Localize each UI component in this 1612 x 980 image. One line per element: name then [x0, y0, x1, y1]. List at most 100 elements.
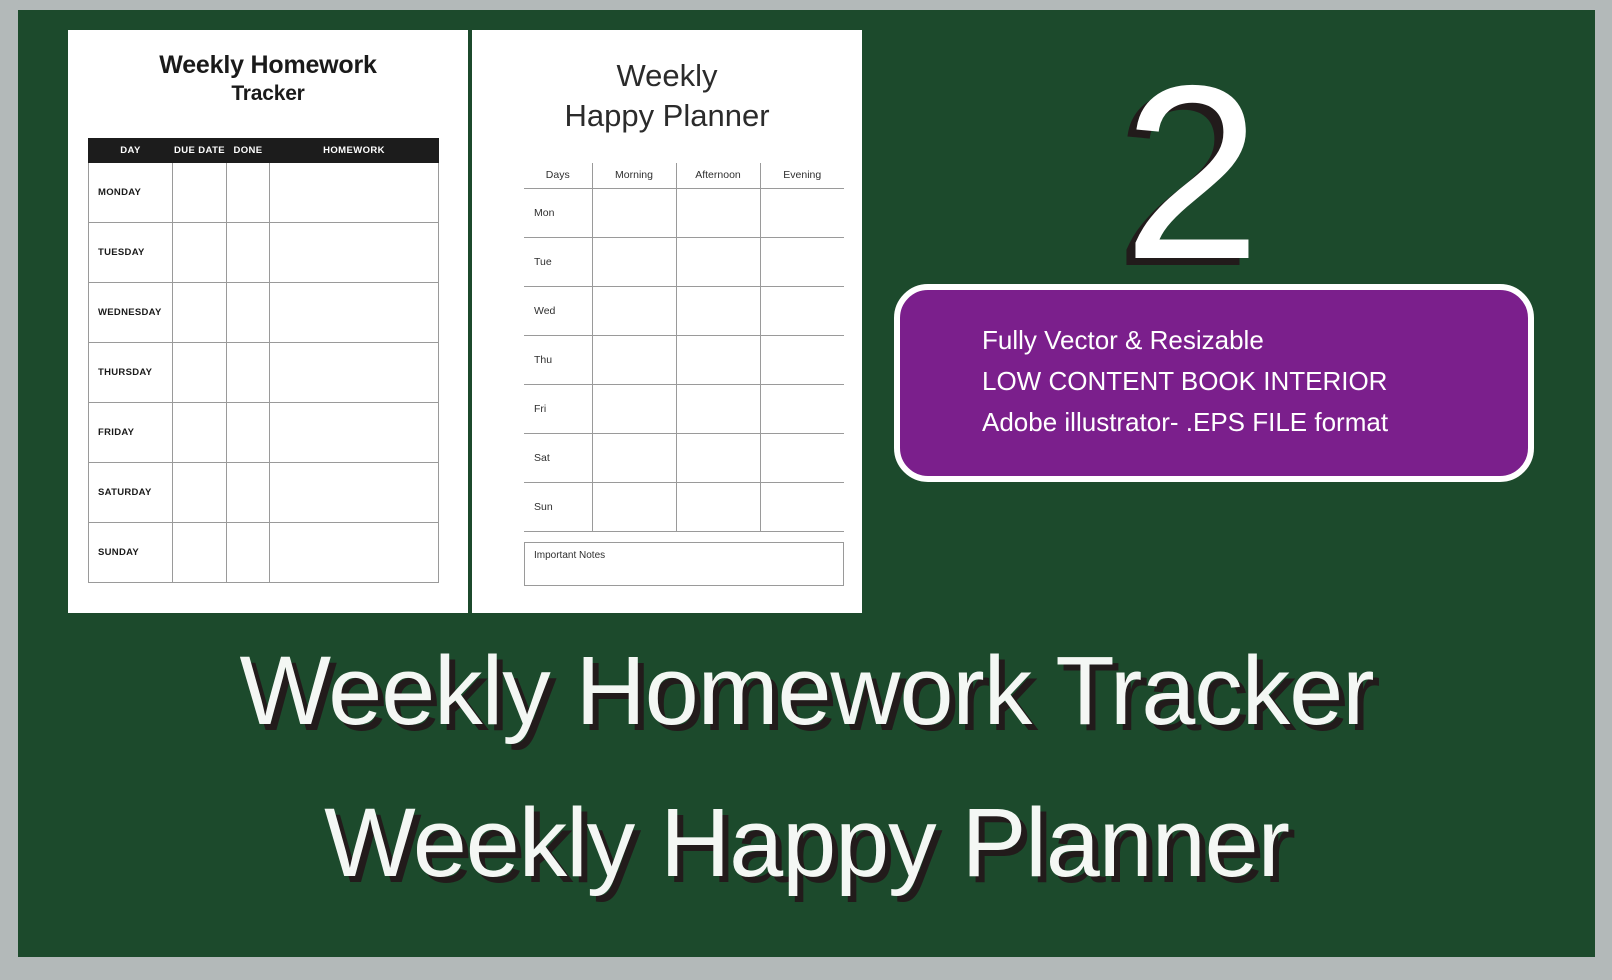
happy-cell-evening[interactable]	[759, 286, 844, 336]
important-notes-box: Important Notes	[524, 542, 844, 586]
happy-cell-day: Thu	[524, 335, 592, 385]
homework-cell-day: SATURDAY	[88, 462, 173, 523]
homework-cell-homework[interactable]	[269, 162, 439, 223]
happy-cell-morning[interactable]	[591, 433, 676, 483]
homework-cell-day: MONDAY	[88, 162, 173, 223]
homework-cell-day: TUESDAY	[88, 222, 173, 283]
homework-cell-due-date[interactable]	[172, 402, 227, 463]
table-row: Wed	[524, 286, 844, 336]
quantity-numeral: 2	[1123, 33, 1261, 311]
homework-cell-done[interactable]	[226, 342, 270, 403]
homework-cell-homework[interactable]	[269, 342, 439, 403]
homework-title-line2: Tracker	[231, 82, 305, 105]
homework-cell-day: SUNDAY	[88, 522, 173, 583]
table-row: WEDNESDAY	[88, 282, 439, 343]
homework-cell-due-date[interactable]	[172, 222, 227, 283]
homework-cell-done[interactable]	[226, 522, 270, 583]
table-row: SATURDAY	[88, 462, 439, 523]
product-title-line2: Weekly Happy Planner	[324, 788, 1290, 897]
table-row: Mon	[524, 188, 844, 238]
homework-cell-homework[interactable]	[269, 462, 439, 523]
happy-planner-card: Weekly Happy Planner Days Morning Aftern…	[472, 30, 862, 613]
happy-cell-evening[interactable]	[759, 237, 844, 287]
happy-cell-day: Sun	[524, 482, 592, 532]
happy-title-line2: Happy Planner	[564, 98, 770, 133]
happy-col-days: Days	[524, 163, 592, 189]
happy-col-evening: Evening	[759, 163, 844, 189]
happy-cell-evening[interactable]	[759, 335, 844, 385]
homework-cell-due-date[interactable]	[172, 522, 227, 583]
happy-cell-morning[interactable]	[591, 335, 676, 385]
homework-cell-due-date[interactable]	[172, 462, 227, 523]
feature-badge-lines: Fully Vector & Resizable LOW CONTENT BOO…	[900, 290, 1528, 443]
feature-line-interior: LOW CONTENT BOOK INTERIOR	[982, 366, 1388, 396]
table-row: MONDAY	[88, 162, 439, 223]
table-row: FRIDAY	[88, 402, 439, 463]
homework-cell-done[interactable]	[226, 222, 270, 283]
product-title-line1: Weekly Homework Tracker	[239, 636, 1374, 745]
happy-cell-day: Tue	[524, 237, 592, 287]
table-row: Sat	[524, 433, 844, 483]
homework-cell-done[interactable]	[226, 462, 270, 523]
table-row: Thu	[524, 335, 844, 385]
happy-cell-evening[interactable]	[759, 384, 844, 434]
happy-cell-day: Fri	[524, 384, 592, 434]
happy-cell-afternoon[interactable]	[675, 384, 760, 434]
happy-cell-afternoon[interactable]	[675, 433, 760, 483]
feature-line-vector: Fully Vector & Resizable	[982, 325, 1264, 355]
homework-table-header-row: DAY DUE DATE DONE HOMEWORK	[88, 138, 439, 163]
important-notes-label: Important Notes	[534, 550, 606, 561]
feature-badge: Fully Vector & Resizable LOW CONTENT BOO…	[894, 284, 1534, 482]
happy-cell-afternoon[interactable]	[675, 188, 760, 238]
homework-table: DAY DUE DATE DONE HOMEWORK MONDAY TUESDAY…	[88, 138, 439, 583]
happy-cell-morning[interactable]	[591, 482, 676, 532]
product-title: Weekly Homework Tracker Weekly Happy Pla…	[18, 615, 1595, 919]
table-row: Tue	[524, 237, 844, 287]
happy-cell-evening[interactable]	[759, 188, 844, 238]
homework-tracker-card: Weekly Homework Tracker DAY DUE DATE DON…	[68, 30, 468, 613]
homework-cell-due-date[interactable]	[172, 342, 227, 403]
happy-cell-day: Sat	[524, 433, 592, 483]
poster-canvas: Weekly Homework Tracker DAY DUE DATE DON…	[18, 10, 1595, 957]
happy-title-line1: Weekly	[616, 58, 718, 93]
happy-table-header-row: Days Morning Afternoon Evening	[524, 163, 844, 189]
happy-cell-morning[interactable]	[591, 384, 676, 434]
table-row: THURSDAY	[88, 342, 439, 403]
homework-cell-homework[interactable]	[269, 402, 439, 463]
happy-cell-afternoon[interactable]	[675, 286, 760, 336]
homework-cell-day: THURSDAY	[88, 342, 173, 403]
happy-cell-afternoon[interactable]	[675, 335, 760, 385]
table-row: SUNDAY	[88, 522, 439, 583]
homework-cell-homework[interactable]	[269, 222, 439, 283]
homework-col-due-date: DUE DATE	[172, 138, 227, 163]
happy-cell-afternoon[interactable]	[675, 237, 760, 287]
happy-col-afternoon: Afternoon	[675, 163, 760, 189]
homework-cell-homework[interactable]	[269, 282, 439, 343]
homework-cell-due-date[interactable]	[172, 282, 227, 343]
happy-cell-morning[interactable]	[591, 188, 676, 238]
homework-col-homework: HOMEWORK	[269, 138, 439, 163]
happy-col-morning: Morning	[591, 163, 676, 189]
homework-cell-due-date[interactable]	[172, 162, 227, 223]
homework-col-done: DONE	[226, 138, 270, 163]
feature-line-format: Adobe illustrator- .EPS FILE format	[982, 407, 1389, 437]
happy-planner-title: Weekly Happy Planner	[472, 30, 862, 136]
homework-col-day: DAY	[88, 138, 173, 163]
homework-cell-done[interactable]	[226, 162, 270, 223]
table-row: TUESDAY	[88, 222, 439, 283]
happy-cell-evening[interactable]	[759, 482, 844, 532]
homework-title-line1: Weekly Homework	[159, 51, 377, 79]
happy-cell-morning[interactable]	[591, 286, 676, 336]
homework-cell-day: FRIDAY	[88, 402, 173, 463]
homework-cell-homework[interactable]	[269, 522, 439, 583]
happy-planner-table: Days Morning Afternoon Evening Mon Tue Wed…	[524, 163, 844, 532]
homework-cell-done[interactable]	[226, 402, 270, 463]
happy-cell-evening[interactable]	[759, 433, 844, 483]
happy-cell-day: Wed	[524, 286, 592, 336]
happy-cell-afternoon[interactable]	[675, 482, 760, 532]
table-row: Fri	[524, 384, 844, 434]
homework-cell-done[interactable]	[226, 282, 270, 343]
happy-cell-morning[interactable]	[591, 237, 676, 287]
homework-tracker-title: Weekly Homework Tracker	[68, 30, 468, 108]
happy-cell-day: Mon	[524, 188, 592, 238]
